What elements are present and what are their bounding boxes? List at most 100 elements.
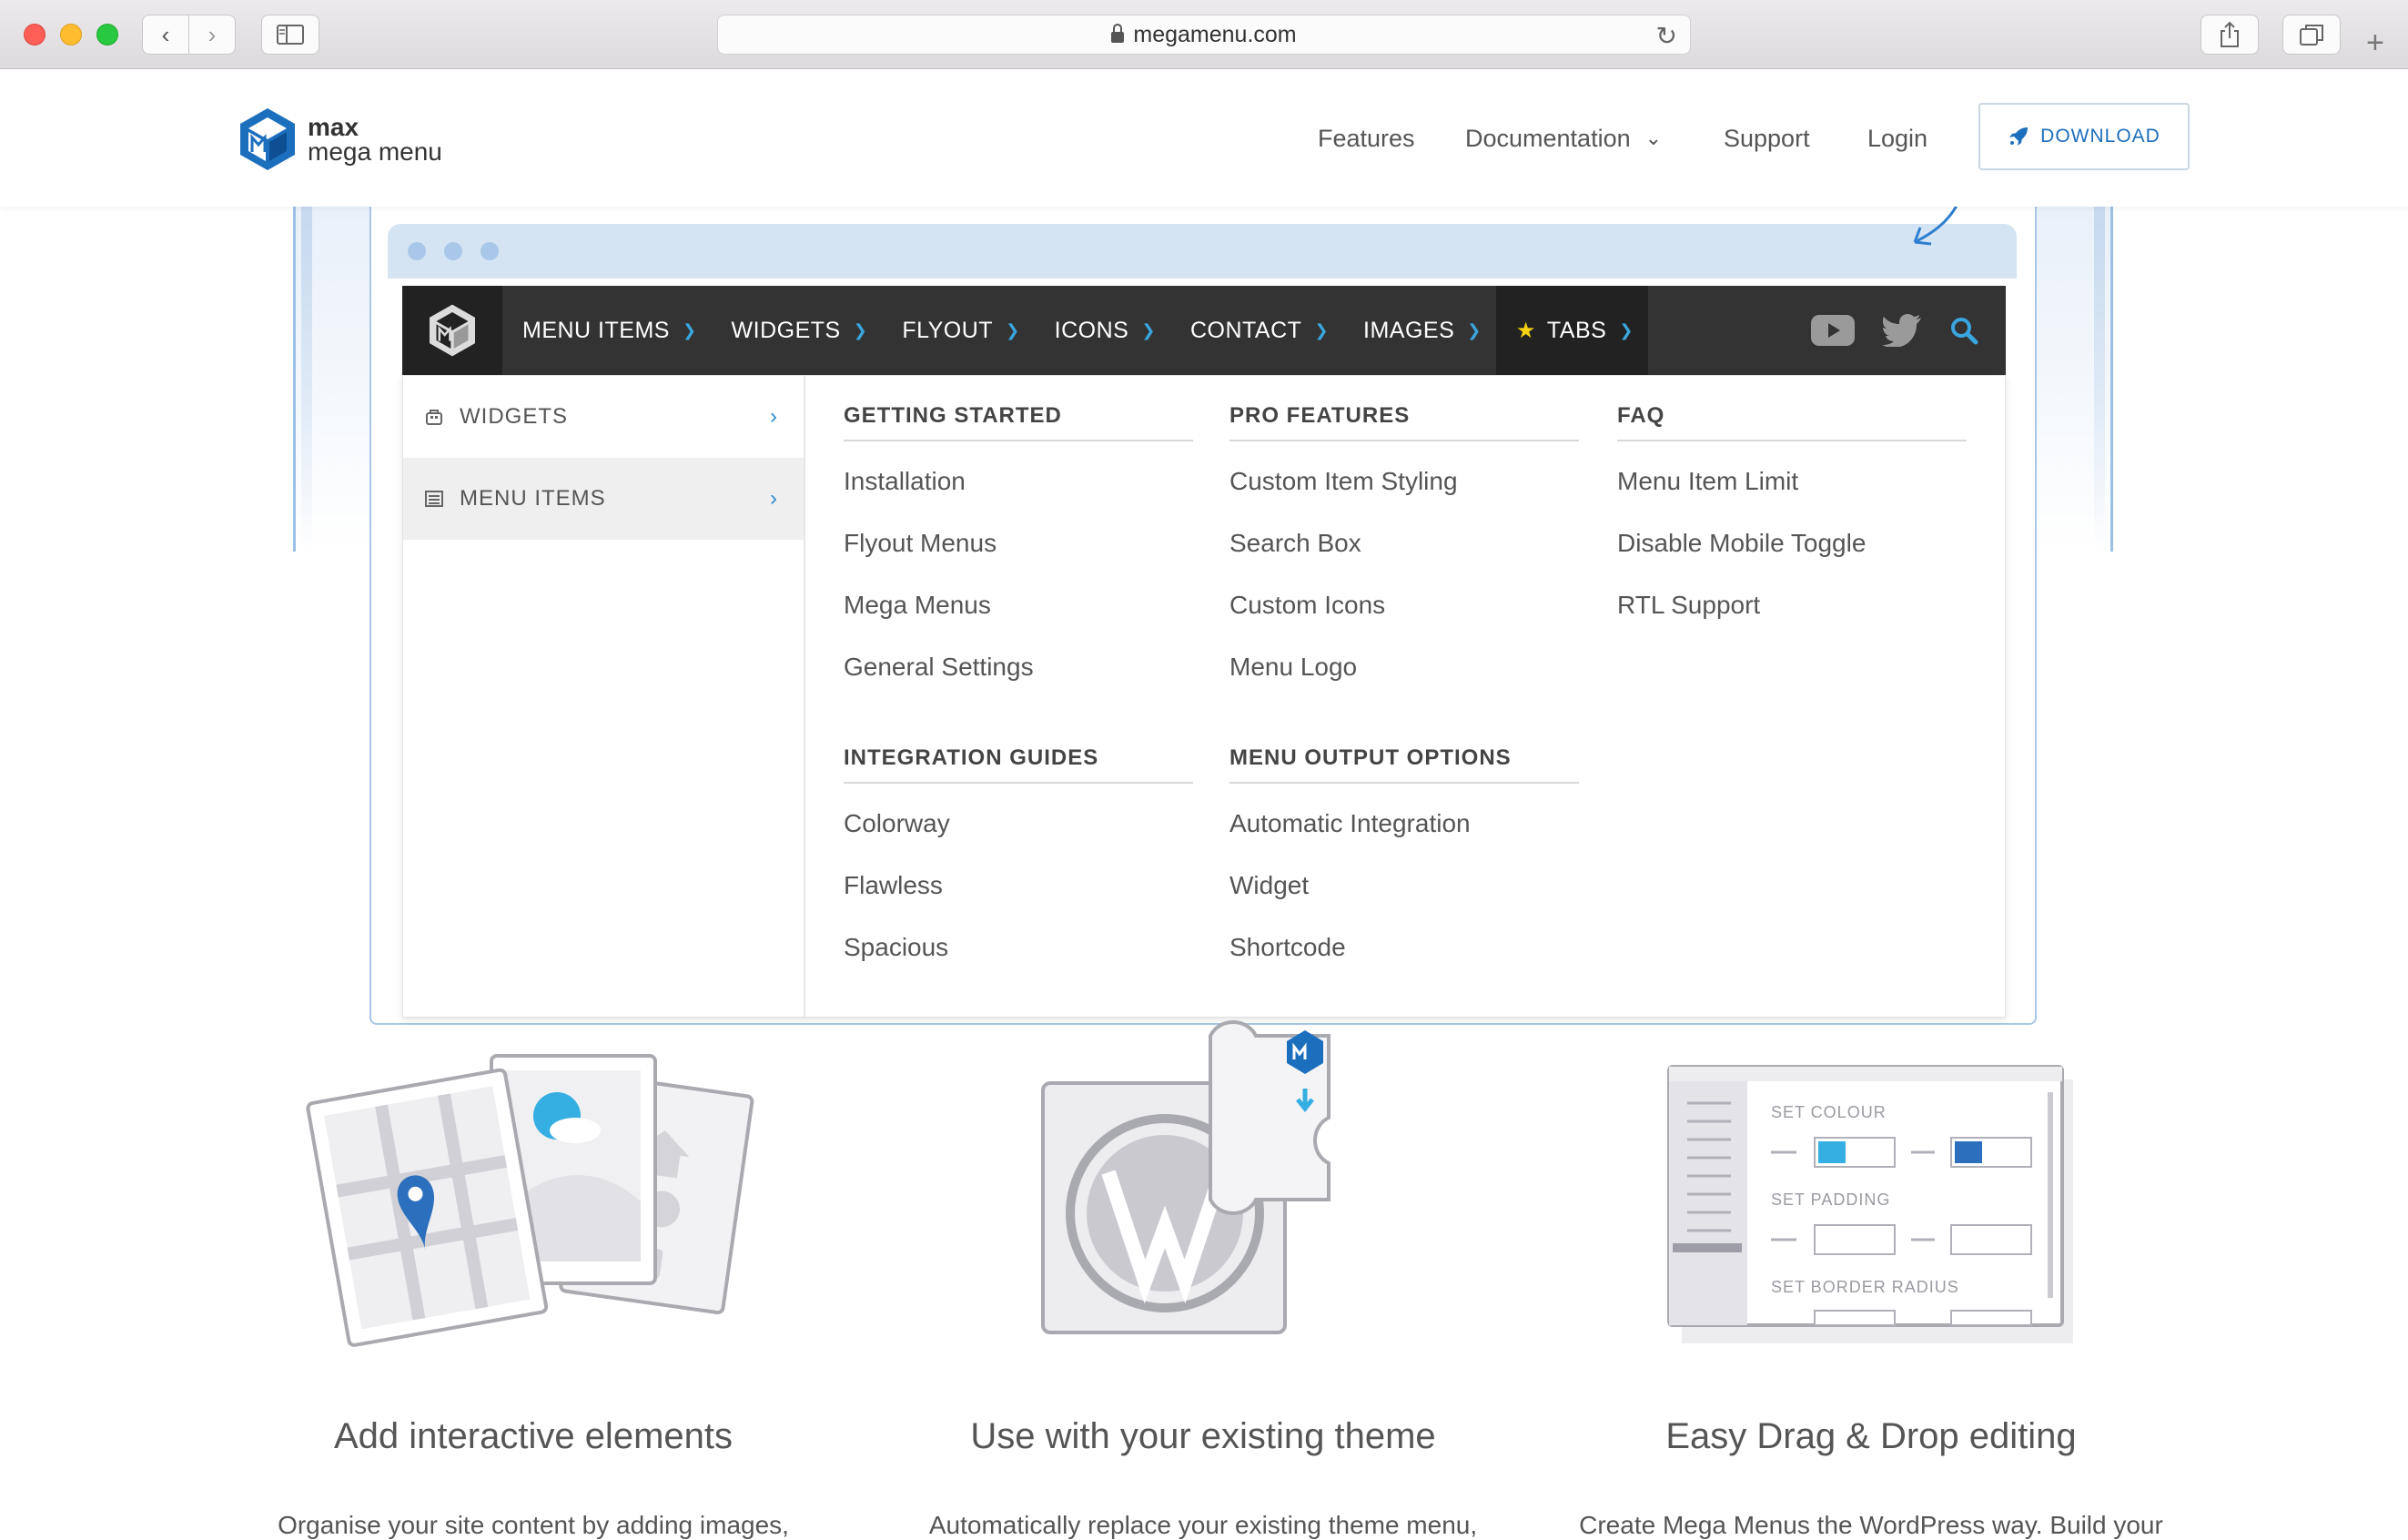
back-button[interactable]: ‹ <box>142 15 189 55</box>
menu-item-images[interactable]: IMAGES ❯ <box>1343 286 1496 375</box>
mega-menu-tab-list: WIDGETS › MENU ITEMS › <box>403 376 805 1017</box>
tab-widgets[interactable]: WIDGETS › <box>403 376 804 458</box>
menu-link[interactable]: Shortcode <box>1229 917 1579 978</box>
wordpress-theme-illustration <box>1041 1020 1330 1334</box>
mega-menu-panel: WIDGETS › MENU ITEMS › GETTING STARTED I… <box>402 375 2006 1018</box>
show-tabs-button[interactable] <box>2282 15 2341 55</box>
menu-link[interactable]: Colorway <box>844 793 1193 855</box>
browser-toolbar: ‹ › megamenu.com ↻ + <box>0 0 2408 69</box>
menu-link[interactable]: RTL Support <box>1617 574 1967 636</box>
sidebar-icon <box>277 25 304 45</box>
list-icon <box>425 489 445 509</box>
menu-link[interactable]: Search Box <box>1229 512 1579 574</box>
column-heading: PRO FEATURES <box>1229 394 1579 441</box>
menu-link[interactable]: Menu Item Limit <box>1617 451 1967 512</box>
menu-link[interactable]: Spacious <box>844 917 1193 978</box>
chevron-down-icon: ❯ <box>682 320 697 339</box>
download-label: DOWNLOAD <box>2040 126 2160 147</box>
menu-link[interactable]: General Settings <box>844 636 1193 698</box>
mock-window-dot <box>444 242 462 260</box>
menu-item-contact[interactable]: CONTACT ❯ <box>1170 286 1343 375</box>
column-heading: GETTING STARTED <box>844 394 1193 441</box>
menu-column-pro-features: PRO FEATURES Custom Item Styling Search … <box>1229 394 1579 698</box>
tabs-icon <box>2300 25 2323 46</box>
menu-link[interactable]: Menu Logo <box>1229 636 1579 698</box>
chevron-down-icon: ❯ <box>1467 320 1482 339</box>
menu-link[interactable]: Installation <box>844 451 1193 512</box>
menu-item-label: MENU ITEMS <box>522 317 670 343</box>
nav-login[interactable]: Login <box>1867 70 1927 207</box>
menu-link[interactable]: Automatic Integration <box>1229 793 1579 855</box>
new-tab-button[interactable]: + <box>2366 25 2384 61</box>
menu-link[interactable]: Mega Menus <box>844 574 1193 636</box>
nav-features[interactable]: Features <box>1318 70 1415 207</box>
chevron-down-icon: ❯ <box>1006 320 1020 339</box>
url-text: megamenu.com <box>1133 21 1297 47</box>
chevron-right-icon: › <box>770 404 778 429</box>
share-icon <box>2221 21 2239 47</box>
menu-logo[interactable] <box>402 286 502 375</box>
chevron-down-icon: ❯ <box>1619 320 1634 339</box>
chevron-down-icon: ❯ <box>853 320 868 339</box>
interactive-elements-illustration <box>306 1054 754 1347</box>
nav-documentation[interactable]: Documentation ⌄ <box>1465 70 1662 207</box>
nav-documentation-label: Documentation <box>1465 124 1631 152</box>
forward-button[interactable]: › <box>188 15 236 55</box>
menu-item-icons[interactable]: ICONS ❯ <box>1035 286 1170 375</box>
chevron-right-icon: › <box>770 486 778 511</box>
drag-drop-editing-illustration: SET COLOUR SET PADDING SET BORDER RADIUS <box>1667 1065 2073 1343</box>
column-heading: INTEGRATION GUIDES <box>844 736 1193 784</box>
menu-link[interactable]: Custom Icons <box>1229 574 1579 636</box>
minimize-window-button[interactable] <box>60 24 82 46</box>
widgets-icon <box>425 407 445 427</box>
menu-link[interactable]: Disable Mobile Toggle <box>1617 512 1967 574</box>
menu-item-label: TABS <box>1546 317 1607 343</box>
chevron-left-icon: ‹ <box>161 20 170 48</box>
nav-support[interactable]: Support <box>1724 70 1810 207</box>
tab-label: WIDGETS <box>460 404 568 429</box>
menu-item-label: CONTACT <box>1189 317 1302 343</box>
chevron-down-icon: ❯ <box>1141 320 1156 339</box>
menu-item-label: WIDGETS <box>731 317 841 343</box>
mock-window-dot <box>481 242 499 260</box>
menu-item-tabs[interactable]: ★ TABS ❯ <box>1495 286 1648 375</box>
menu-item-menu-items[interactable]: MENU ITEMS ❯ <box>502 286 712 375</box>
menu-item-widgets[interactable]: WIDGETS ❯ <box>712 286 883 375</box>
column-heading: MENU OUTPUT OPTIONS <box>1229 736 1579 784</box>
menu-link[interactable]: Flawless <box>844 855 1193 917</box>
search-icon[interactable] <box>1949 316 1978 345</box>
menu-link[interactable]: Widget <box>1229 855 1579 917</box>
share-button[interactable] <box>2201 15 2259 55</box>
nav-features-label: Features <box>1318 124 1415 152</box>
decorative-arrow-icon <box>1913 206 1958 246</box>
lock-icon <box>1111 24 1125 43</box>
sidebar-toggle-button[interactable] <box>261 15 319 55</box>
site-logo[interactable]: max mega menu <box>238 106 442 172</box>
chevron-down-icon: ⌄ <box>1644 127 1663 149</box>
twitter-icon[interactable] <box>1882 314 1922 347</box>
menu-column-integration-guides: INTEGRATION GUIDES Colorway Flawless Spa… <box>844 736 1193 978</box>
menu-item-label: FLYOUT <box>902 317 994 343</box>
menu-link[interactable]: Custom Item Styling <box>1229 451 1579 512</box>
menu-column-faq: FAQ Menu Item Limit Disable Mobile Toggl… <box>1617 394 1967 636</box>
chevron-down-icon: ❯ <box>1314 320 1330 339</box>
nav-login-label: Login <box>1867 124 1928 152</box>
zoom-window-button[interactable] <box>96 24 118 46</box>
reload-icon[interactable]: ↻ <box>1656 21 1677 51</box>
tab-menu-items[interactable]: MENU ITEMS › <box>403 458 804 540</box>
menu-item-flyout[interactable]: FLYOUT ❯ <box>882 286 1034 375</box>
set-colour-label: SET COLOUR <box>1771 1103 1887 1121</box>
star-icon: ★ <box>1515 318 1536 343</box>
address-bar[interactable]: megamenu.com ↻ <box>717 15 1691 55</box>
close-window-button[interactable] <box>24 24 46 46</box>
menu-item-label: IMAGES <box>1363 317 1455 343</box>
logo-text-mega-menu: mega menu <box>308 137 442 166</box>
menu-link[interactable]: Flyout Menus <box>844 512 1193 574</box>
download-button[interactable]: DOWNLOAD <box>1978 103 2190 170</box>
set-border-radius-label: SET BORDER RADIUS <box>1771 1278 1959 1296</box>
youtube-icon[interactable] <box>1811 315 1855 346</box>
menu-item-label: ICONS <box>1054 317 1129 343</box>
mock-window-dot <box>408 242 426 260</box>
nav-support-label: Support <box>1724 124 1810 152</box>
max-mega-menu-logo-icon <box>430 304 475 357</box>
